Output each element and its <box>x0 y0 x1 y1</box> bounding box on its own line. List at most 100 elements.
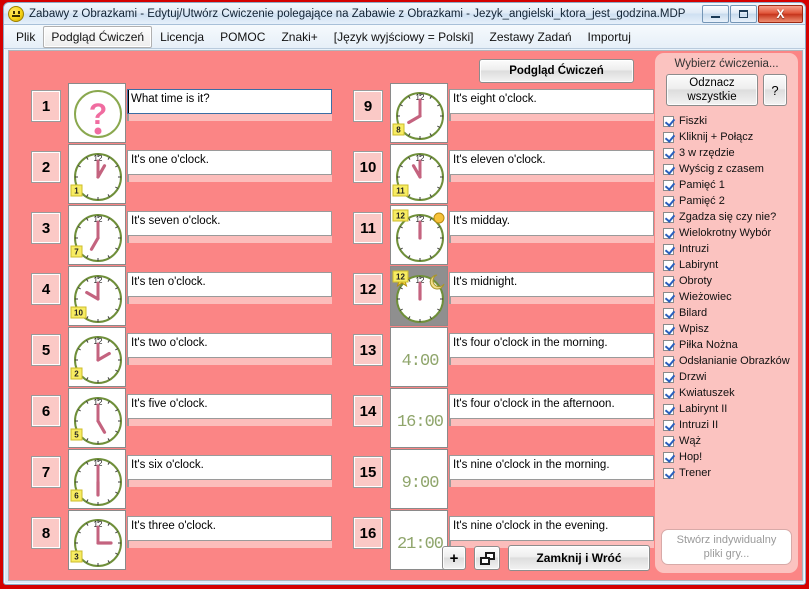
create-individual-game-files-button[interactable]: Stwórz indywidualny pliki gry... <box>661 529 792 565</box>
checkbox-checked-icon[interactable] <box>663 227 674 239</box>
item-text-input[interactable]: It's seven o'clock. <box>127 211 332 236</box>
exercise-checkbox-row[interactable]: Zgadza się czy nie? <box>663 209 798 225</box>
checkbox-checked-icon[interactable] <box>663 163 674 175</box>
preview-exercises-button[interactable]: Podgląd Ćwiczeń <box>479 59 634 83</box>
menu-item-4[interactable]: Znaki+ <box>273 26 325 48</box>
item-text-input[interactable]: It's six o'clock. <box>127 455 332 480</box>
checkbox-checked-icon[interactable] <box>663 147 674 159</box>
menu-item-1[interactable]: Podgląd Ćwiczeń <box>43 25 153 48</box>
exercise-checkbox-row[interactable]: Pamięć 1 <box>663 177 798 193</box>
add-item-button[interactable]: + <box>442 546 466 570</box>
item-secondary-bar[interactable] <box>127 175 332 182</box>
exercise-checkbox-row[interactable]: Pamięć 2 <box>663 193 798 209</box>
clock-image[interactable]: 12 7 <box>68 205 126 265</box>
item-text-input[interactable]: It's three o'clock. <box>127 516 332 541</box>
clock-image[interactable]: 12 6 <box>68 449 126 509</box>
item-text-input[interactable]: It's ten o'clock. <box>127 272 332 297</box>
exercise-checkbox-row[interactable]: 3 w rzędzie <box>663 145 798 161</box>
clock-image[interactable]: 9:00 <box>390 449 448 509</box>
item-secondary-bar[interactable] <box>449 419 654 426</box>
uncheck-all-button[interactable]: Odznacz wszystkie <box>666 74 758 106</box>
checkbox-checked-icon[interactable] <box>663 259 674 271</box>
item-text-input[interactable]: It's two o'clock. <box>127 333 332 358</box>
exercise-checkbox-row[interactable]: Kwiatuszek <box>663 385 798 401</box>
clock-image[interactable]: 12 3 <box>68 510 126 570</box>
help-button[interactable]: ? <box>763 74 787 106</box>
checkbox-checked-icon[interactable] <box>663 339 674 351</box>
item-secondary-bar[interactable] <box>449 480 654 487</box>
exercise-checkbox-row[interactable]: Wielokrotny Wybór <box>663 225 798 241</box>
exercise-checkbox-row[interactable]: Labirynt <box>663 257 798 273</box>
checkbox-checked-icon[interactable] <box>663 275 674 287</box>
exercise-checkbox-row[interactable]: Odsłanianie Obrazków <box>663 353 798 369</box>
item-secondary-bar[interactable] <box>127 236 332 243</box>
checkbox-checked-icon[interactable] <box>663 211 674 223</box>
exercise-checkbox-row[interactable]: Intruzi <box>663 241 798 257</box>
exercise-checkbox-row[interactable]: Wąż <box>663 433 798 449</box>
checkbox-checked-icon[interactable] <box>663 179 674 191</box>
checkbox-checked-icon[interactable] <box>663 435 674 447</box>
close-and-return-button[interactable]: Zamknij i Wróć <box>508 545 650 571</box>
item-secondary-bar[interactable] <box>449 175 654 182</box>
checkbox-checked-icon[interactable] <box>663 243 674 255</box>
item-text-input[interactable]: It's eight o'clock. <box>449 89 654 114</box>
item-text-input[interactable]: It's midnight. <box>449 272 654 297</box>
checkbox-checked-icon[interactable] <box>663 131 674 143</box>
clock-image[interactable]: 4:00 <box>390 327 448 387</box>
exercise-checkbox-row[interactable]: Obroty <box>663 273 798 289</box>
maximize-button[interactable] <box>730 4 757 23</box>
item-secondary-bar[interactable] <box>127 419 332 426</box>
exercise-checkbox-row[interactable]: Wieżowiec <box>663 289 798 305</box>
checkbox-checked-icon[interactable] <box>663 419 674 431</box>
clock-image[interactable]: 12 2 <box>68 327 126 387</box>
checkbox-checked-icon[interactable] <box>663 355 674 367</box>
exercise-checkbox-row[interactable]: Piłka Nożna <box>663 337 798 353</box>
item-text-input[interactable]: It's one o'clock. <box>127 150 332 175</box>
clock-image[interactable]: 12 12 <box>390 205 448 265</box>
item-secondary-bar[interactable] <box>449 358 654 365</box>
menu-item-2[interactable]: Licencja <box>152 26 212 48</box>
item-secondary-bar[interactable] <box>127 358 332 365</box>
exercise-checkbox-row[interactable]: Hop! <box>663 449 798 465</box>
checkbox-checked-icon[interactable] <box>663 291 674 303</box>
checkbox-checked-icon[interactable] <box>663 371 674 383</box>
clock-image[interactable]: ? <box>68 83 126 143</box>
exercise-checkbox-row[interactable]: Bilard <box>663 305 798 321</box>
item-secondary-bar[interactable] <box>127 297 332 304</box>
clock-image[interactable]: 12 5 <box>68 388 126 448</box>
item-text-input[interactable]: It's eleven o'clock. <box>449 150 654 175</box>
exercise-checkbox-row[interactable]: Wyścig z czasem <box>663 161 798 177</box>
duplicate-button[interactable] <box>474 546 500 570</box>
item-text-input[interactable]: It's four o'clock in the morning. <box>449 333 654 358</box>
clock-image[interactable]: 12 1 <box>68 144 126 204</box>
menu-item-6[interactable]: Zestawy Zadań <box>482 26 580 48</box>
clock-image[interactable]: 16:00 <box>390 388 448 448</box>
clock-image[interactable]: 12 11 <box>390 144 448 204</box>
menu-item-5[interactable]: [Język wyjściowy = Polski] <box>326 26 482 48</box>
exercise-checkbox-row[interactable]: Wpisz <box>663 321 798 337</box>
checkbox-checked-icon[interactable] <box>663 115 674 127</box>
checkbox-checked-icon[interactable] <box>663 451 674 463</box>
item-secondary-bar[interactable] <box>127 480 332 487</box>
item-text-input[interactable]: It's midday. <box>449 211 654 236</box>
exercise-checkbox-row[interactable]: Intruzi II <box>663 417 798 433</box>
item-secondary-bar[interactable] <box>127 114 332 121</box>
checkbox-checked-icon[interactable] <box>663 403 674 415</box>
checkbox-checked-icon[interactable] <box>663 387 674 399</box>
item-secondary-bar[interactable] <box>127 541 332 548</box>
item-text-input[interactable]: It's nine o'clock in the evening. <box>449 516 654 541</box>
checkbox-checked-icon[interactable] <box>663 307 674 319</box>
clock-image[interactable]: 12 12 <box>390 266 448 326</box>
menu-item-3[interactable]: POMOC <box>212 26 273 48</box>
item-secondary-bar[interactable] <box>449 114 654 121</box>
clock-image[interactable]: 21:00 <box>390 510 448 570</box>
exercise-checkbox-row[interactable]: Drzwi <box>663 369 798 385</box>
exercise-checkbox-row[interactable]: Labirynt II <box>663 401 798 417</box>
item-secondary-bar[interactable] <box>449 236 654 243</box>
clock-image[interactable]: 12 8 <box>390 83 448 143</box>
checkbox-checked-icon[interactable] <box>663 467 674 479</box>
checkbox-checked-icon[interactable] <box>663 195 674 207</box>
checkbox-checked-icon[interactable] <box>663 323 674 335</box>
close-button[interactable]: X <box>758 4 803 23</box>
item-text-input[interactable]: What time is it? <box>127 89 332 114</box>
